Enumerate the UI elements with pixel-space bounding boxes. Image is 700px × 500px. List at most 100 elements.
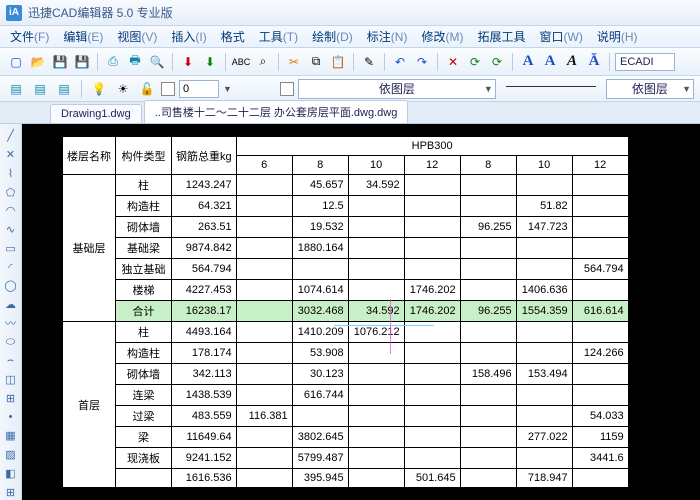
menu-工具[interactable]: 工具(T) <box>259 28 298 45</box>
text-style-a4[interactable]: Ā <box>584 52 604 72</box>
data-cell <box>236 238 292 259</box>
point-icon[interactable]: • <box>2 409 20 425</box>
menu-视图[interactable]: 视图(V) <box>117 28 157 45</box>
ellipse-icon[interactable]: ⬭ <box>2 334 20 350</box>
polyline-icon[interactable]: ⌇ <box>2 165 20 181</box>
layer-states-icon[interactable]: ▤ <box>30 79 50 99</box>
menu-绘制[interactable]: 绘制(D) <box>312 28 353 45</box>
doc-tab[interactable]: ..司售楼十二～二十二层 办公套房层平面.dwg.dwg <box>144 100 409 123</box>
data-cell <box>404 448 460 469</box>
data-cell: 3802.645 <box>292 427 348 448</box>
layer-mgr-icon[interactable]: ▤ <box>6 79 26 99</box>
data-cell <box>348 385 404 406</box>
text-style-a3[interactable]: A <box>562 52 582 72</box>
hatch-icon[interactable]: ▦ <box>2 428 20 444</box>
linetype-select[interactable]: 依图层▼ <box>606 79 694 99</box>
saveas-icon[interactable]: 💾 <box>72 52 92 72</box>
paste-icon[interactable]: 📋 <box>328 52 348 72</box>
data-cell: 96.255 <box>460 217 516 238</box>
insert-icon[interactable]: ⊞ <box>2 391 20 407</box>
row-weight: 483.559 <box>172 406 237 427</box>
text-style-a2[interactable]: A <box>540 52 560 72</box>
line-icon[interactable]: ╱ <box>2 128 20 144</box>
match-icon[interactable]: ✎ <box>359 52 379 72</box>
title-bar: iA 迅捷CAD编辑器 5.0 专业版 <box>0 0 700 26</box>
new-icon[interactable]: ▢ <box>6 52 26 72</box>
gradient-icon[interactable]: ▨ <box>2 447 20 463</box>
toolbar-layers: ▤ ▤ ▤ 💡 ☀ 🔓 0 ▼ 依图层▼ 依图层▼ <box>0 76 700 102</box>
image-icon[interactable]: ⬇ <box>200 52 220 72</box>
polygon-icon[interactable]: ⬠ <box>2 184 20 200</box>
data-cell: 19.532 <box>292 217 348 238</box>
layer-color-swatch[interactable] <box>161 82 175 96</box>
plot-icon[interactable]: 🖶 <box>125 52 145 72</box>
drawing-canvas[interactable]: 楼层名称构件类型钢筋总重kgHPB30068101281012基础层柱1243.… <box>22 124 700 500</box>
save-icon[interactable]: 💾 <box>50 52 70 72</box>
data-cell: 34.592 <box>348 301 404 322</box>
find-icon[interactable]: ⌕ <box>253 52 273 72</box>
preview-icon[interactable]: 🔍 <box>147 52 167 72</box>
data-cell <box>516 385 572 406</box>
xline-icon[interactable]: ✕ <box>2 147 20 163</box>
data-cell: 5799.487 <box>292 448 348 469</box>
data-cell <box>236 427 292 448</box>
spline-icon[interactable]: ∿ <box>2 222 20 238</box>
crosshair-v <box>390 299 391 354</box>
menu-窗口[interactable]: 窗口(W) <box>539 28 582 45</box>
menu-编辑[interactable]: 编辑(E) <box>63 28 103 45</box>
row-weight: 263.51 <box>172 217 237 238</box>
menu-标注[interactable]: 标注(N) <box>367 28 408 45</box>
data-cell <box>236 385 292 406</box>
layer-select[interactable]: 依图层▼ <box>298 79 496 99</box>
bulb-icon[interactable]: 💡 <box>89 79 109 99</box>
menu-拓展工具[interactable]: 拓展工具 <box>477 28 525 45</box>
open-icon[interactable]: 📂 <box>28 52 48 72</box>
undo-icon[interactable]: ↶ <box>390 52 410 72</box>
erase-icon[interactable]: ✕ <box>443 52 463 72</box>
data-cell: 718.947 <box>516 469 572 488</box>
layer-name-box[interactable]: 0 <box>179 80 219 98</box>
table-icon[interactable]: ⊞ <box>2 484 20 500</box>
style-combo[interactable]: ECADI <box>615 53 675 71</box>
circle-icon[interactable]: ◯ <box>2 278 20 294</box>
sun-icon[interactable]: ☀ <box>113 79 133 99</box>
rect-icon[interactable]: ▭ <box>2 240 20 256</box>
refresh-icon[interactable]: ⟳ <box>465 52 485 72</box>
cut-icon[interactable]: ✂ <box>284 52 304 72</box>
menu-格式[interactable]: 格式 <box>221 28 245 45</box>
data-cell <box>348 364 404 385</box>
spline2-icon[interactable]: 〰 <box>2 315 20 331</box>
linetype-sample <box>506 86 596 92</box>
revcloud-icon[interactable]: ☁ <box>2 297 20 313</box>
data-cell <box>460 448 516 469</box>
ellipse-arc-icon[interactable]: ⌢ <box>2 353 20 369</box>
data-cell <box>236 217 292 238</box>
data-cell <box>572 238 628 259</box>
export-icon[interactable]: ⎙ <box>103 52 123 72</box>
regen-icon[interactable]: ⟳ <box>487 52 507 72</box>
row-weight: 9241.152 <box>172 448 237 469</box>
doc-tab[interactable]: Drawing1.dwg <box>50 104 142 123</box>
data-cell <box>404 196 460 217</box>
menu-说明[interactable]: 说明(H) <box>597 28 638 45</box>
region-icon[interactable]: ◧ <box>2 465 20 481</box>
redo-icon[interactable]: ↷ <box>412 52 432 72</box>
lock-icon[interactable]: 🔓 <box>137 79 157 99</box>
data-cell: 1880.164 <box>292 238 348 259</box>
data-cell <box>516 343 572 364</box>
layer-prev-icon[interactable]: ▤ <box>54 79 74 99</box>
menu-插入[interactable]: 插入(I) <box>171 28 206 45</box>
spellcheck-icon[interactable]: ABC <box>231 52 251 72</box>
data-cell <box>460 175 516 196</box>
data-sheet: 楼层名称构件类型钢筋总重kgHPB30068101281012基础层柱1243.… <box>62 136 629 488</box>
block-icon[interactable]: ◫ <box>2 372 20 388</box>
menu-修改[interactable]: 修改(M) <box>421 28 463 45</box>
menu-文件[interactable]: 文件(F) <box>10 28 49 45</box>
text-style-a1[interactable]: A <box>518 52 538 72</box>
arc-icon[interactable]: ◠ <box>2 203 20 219</box>
color-swatch[interactable] <box>280 82 294 96</box>
data-cell <box>404 385 460 406</box>
copy-icon[interactable]: ⧉ <box>306 52 326 72</box>
pdf-icon[interactable]: ⬇ <box>178 52 198 72</box>
arc2-icon[interactable]: ◜ <box>2 259 20 275</box>
